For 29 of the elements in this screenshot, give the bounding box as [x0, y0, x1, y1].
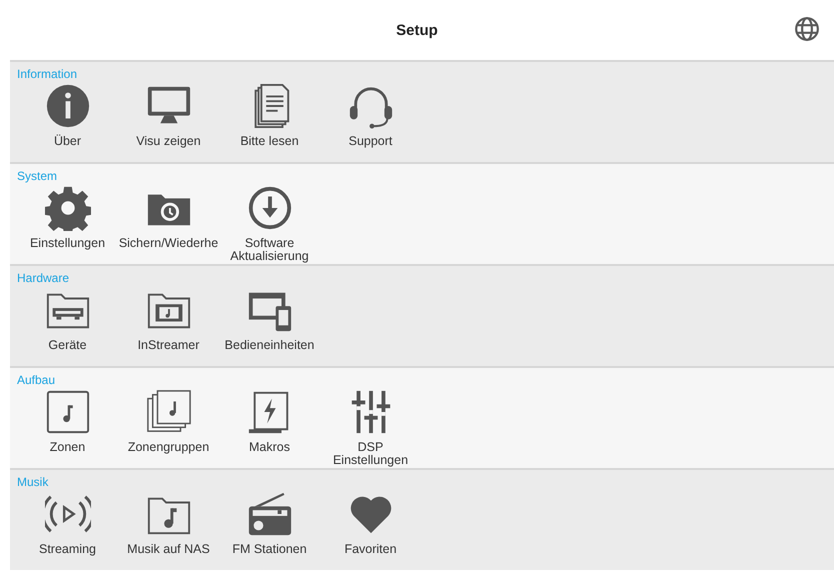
- setup-item[interactable]: Zonengruppen: [118, 387, 219, 469]
- section-title: System: [17, 169, 58, 183]
- setup-item[interactable]: Sichern/Wiederhe: [118, 183, 219, 265]
- setup-item[interactable]: Makros: [219, 387, 320, 469]
- language-button[interactable]: [794, 16, 820, 42]
- radio-icon: [246, 491, 292, 537]
- setup-item[interactable]: Bedieneinheiten: [219, 285, 320, 367]
- gear-icon: [44, 185, 90, 231]
- setup-item[interactable]: Bitte lesen: [219, 81, 320, 163]
- globe-icon: [794, 16, 820, 42]
- stacked-music-icon: [146, 389, 192, 435]
- setup-item[interactable]: Streaming: [17, 489, 118, 571]
- setup-item[interactable]: Einstellungen: [17, 183, 118, 265]
- setup-item[interactable]: FM Stationen: [219, 489, 320, 571]
- section-title: Hardware: [17, 271, 70, 285]
- section-title: Information: [17, 67, 78, 81]
- setup-item[interactable]: Support: [320, 81, 421, 163]
- section-title: Aufbau: [17, 373, 56, 387]
- section-title: Musik: [17, 475, 48, 489]
- page-title: Setup: [396, 22, 438, 38]
- setup-item[interactable]: Software Aktualisierung: [219, 183, 320, 265]
- music-note-icon: [44, 389, 90, 435]
- setup-item[interactable]: Visu zeigen: [118, 81, 219, 163]
- setup-item[interactable]: Favoriten: [320, 489, 421, 571]
- setup-item[interactable]: Über: [17, 81, 118, 163]
- info-icon: [44, 83, 90, 129]
- download-icon: [246, 185, 292, 231]
- setup-item[interactable]: Musik auf NAS: [118, 489, 219, 571]
- setup-item[interactable]: Zonen: [17, 387, 118, 469]
